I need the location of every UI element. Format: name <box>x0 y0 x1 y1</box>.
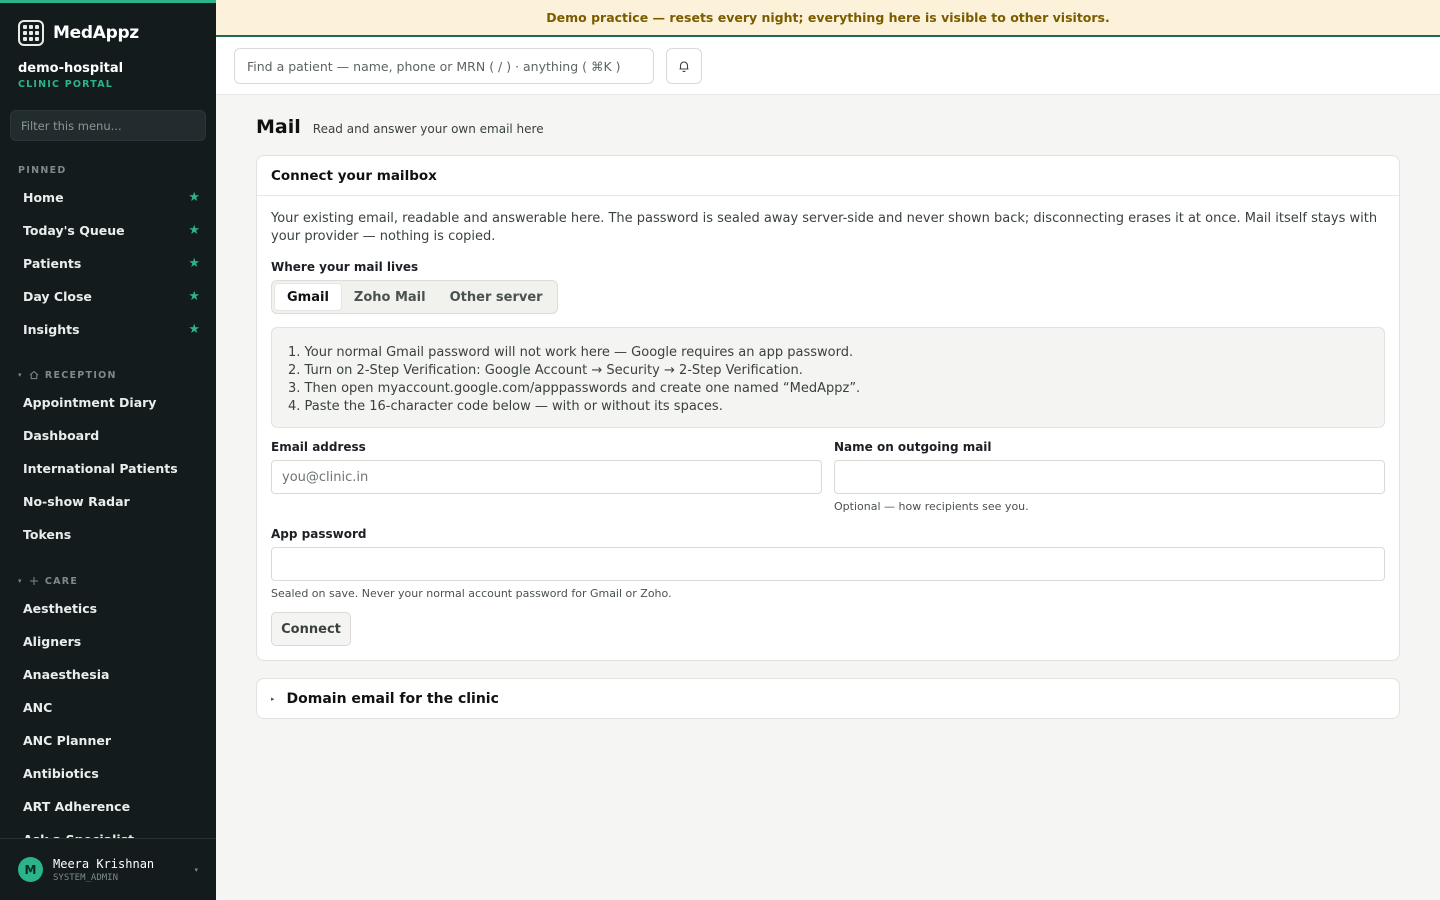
connect-button[interactable]: Connect <box>271 612 351 646</box>
menu-filter-input[interactable]: Filter this menu... <box>10 110 206 141</box>
sidebar-item-anaesthesia[interactable]: Anaesthesia <box>0 658 216 691</box>
sidebar-item-art-adherence[interactable]: ART Adherence <box>0 790 216 823</box>
page-header: Mail Read and answer your own email here <box>256 95 1400 155</box>
caret-right-icon: ▸ <box>271 694 275 703</box>
sidebar-item-anc[interactable]: ANC <box>0 691 216 724</box>
app-password-label: App password <box>271 527 367 541</box>
setup-step: 4. Paste the 16-character code below — w… <box>288 399 723 414</box>
email-field[interactable]: you@clinic.in <box>271 460 822 494</box>
main-content: Mail Read and answer your own email here… <box>256 95 1400 719</box>
sidebar-item-aesthetics[interactable]: Aesthetics <box>0 592 216 625</box>
sidebar-item-patients[interactable]: Patients ★ <box>0 247 216 280</box>
identity-fields: Email address you@clinic.in Name on outg… <box>271 440 1385 513</box>
caret-down-icon: ▾ <box>18 577 23 585</box>
pinned-section-label: PINNED <box>18 164 67 176</box>
topbar: Find a patient — name, phone or MRN ( / … <box>216 37 1440 95</box>
sidebar-item-tokens[interactable]: Tokens <box>0 518 216 551</box>
user-info: Meera Krishnan SYSTEM_ADMIN <box>53 857 154 883</box>
reception-section-toggle[interactable]: ▾ RECEPTION <box>0 368 216 382</box>
setup-step: 2. Turn on 2-Step Verification: Google A… <box>288 363 803 378</box>
sidebar-item-antibiotics[interactable]: Antibiotics <box>0 757 216 790</box>
app-name: MedAppz <box>53 22 139 43</box>
sidebar-item-todays-queue[interactable]: Today's Queue ★ <box>0 214 216 247</box>
plus-icon <box>29 577 38 585</box>
setup-step: 1. Your normal Gmail password will not w… <box>288 345 854 360</box>
demo-banner: Demo practice — resets every night; ever… <box>216 0 1440 37</box>
avatar: M <box>18 857 43 882</box>
app-password-hint: Sealed on save. Never your normal accoun… <box>271 587 672 600</box>
user-menu[interactable]: M Meera Krishnan SYSTEM_ADMIN ▾ <box>0 838 216 900</box>
connect-description: Your existing email, readable and answer… <box>271 211 1378 244</box>
sender-name-field[interactable] <box>834 460 1385 494</box>
sidebar-item-aligners[interactable]: Aligners <box>0 625 216 658</box>
app-logo-icon <box>18 19 44 46</box>
page-title: Mail <box>256 116 301 138</box>
app-password-field[interactable] <box>271 547 1385 581</box>
home-icon <box>29 370 39 380</box>
setup-steps: 1. Your normal Gmail password will not w… <box>271 327 1385 428</box>
org-info: demo-hospital CLINIC PORTAL <box>0 47 216 90</box>
star-icon[interactable]: ★ <box>188 256 200 271</box>
org-portal-label: CLINIC PORTAL <box>18 79 114 90</box>
sidebar-item-no-show-radar[interactable]: No-show Radar <box>0 485 216 518</box>
chevron-down-icon: ▾ <box>194 865 198 874</box>
care-list: Aesthetics Aligners Anaesthesia ANC ANC … <box>0 592 216 856</box>
page-subtitle: Read and answer your own email here <box>312 122 544 136</box>
star-icon[interactable]: ★ <box>188 289 200 304</box>
provider-label: Where your mail lives <box>271 260 419 274</box>
sidebar-item-home[interactable]: Home ★ <box>0 181 216 214</box>
domain-email-title: Domain email for the clinic <box>286 690 499 707</box>
notifications-button[interactable] <box>666 48 702 84</box>
user-role: SYSTEM_ADMIN <box>53 872 119 883</box>
setup-step: 3. Then open myaccount.google.com/apppas… <box>288 381 861 396</box>
sender-name-label: Name on outgoing mail <box>834 440 992 454</box>
bell-icon <box>679 61 689 73</box>
user-name: Meera Krishnan <box>53 856 155 871</box>
provider-zoho-tab[interactable]: Zoho Mail <box>342 283 438 311</box>
sidebar-item-international-patients[interactable]: International Patients <box>0 452 216 485</box>
star-icon[interactable]: ★ <box>188 322 200 337</box>
connect-mailbox-card: Connect your mailbox Your existing email… <box>256 155 1400 661</box>
reception-list: Appointment Diary Dashboard Internationa… <box>0 386 216 551</box>
sidebar-item-anc-planner[interactable]: ANC Planner <box>0 724 216 757</box>
sidebar-item-insights[interactable]: Insights ★ <box>0 313 216 346</box>
sidebar-item-day-close[interactable]: Day Close ★ <box>0 280 216 313</box>
care-section-toggle[interactable]: ▾ CARE <box>0 574 216 588</box>
provider-gmail-tab[interactable]: Gmail <box>274 283 342 311</box>
caret-down-icon: ▾ <box>18 371 23 379</box>
pinned-list: Home ★ Today's Queue ★ Patients ★ Day Close… <box>0 181 216 346</box>
sidebar-item-appointment-diary[interactable]: Appointment Diary <box>0 386 216 419</box>
sender-name-hint: Optional — how recipients see you. <box>834 500 1029 513</box>
email-label: Email address <box>271 440 366 454</box>
provider-other-tab[interactable]: Other server <box>438 283 555 311</box>
org-name: demo-hospital <box>18 61 124 76</box>
patient-search-input[interactable]: Find a patient — name, phone or MRN ( / … <box>234 48 654 84</box>
sidebar-item-dashboard[interactable]: Dashboard <box>0 419 216 452</box>
provider-selector: Gmail Zoho Mail Other server <box>271 280 558 314</box>
connect-mailbox-title: Connect your mailbox <box>257 156 1399 196</box>
brand[interactable]: MedAppz <box>0 3 216 47</box>
domain-email-card[interactable]: ▸ Domain email for the clinic <box>256 678 1400 719</box>
star-icon[interactable]: ★ <box>188 190 200 205</box>
star-icon[interactable]: ★ <box>188 223 200 238</box>
sidebar: MedAppz demo-hospital CLINIC PORTAL Filt… <box>0 0 216 900</box>
